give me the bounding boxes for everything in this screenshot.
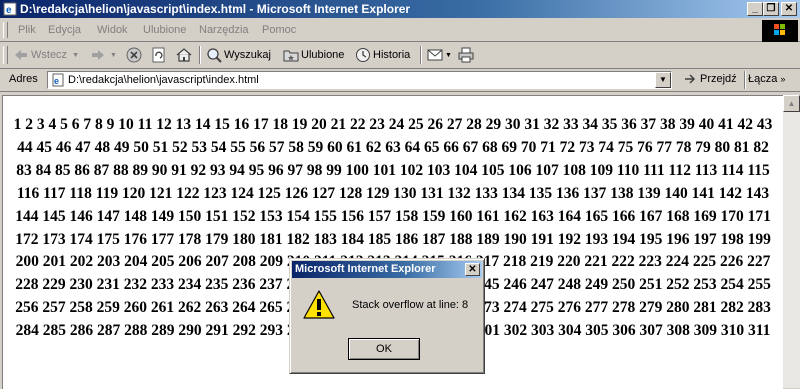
dialog-title-bar[interactable]: Microsoft Internet Explorer ✕ bbox=[292, 261, 482, 278]
windows-logo bbox=[762, 20, 798, 42]
favorites-folder-icon bbox=[283, 50, 299, 62]
go-button[interactable]: Przejdź bbox=[684, 72, 737, 86]
links-label: Łącza bbox=[748, 73, 778, 85]
toolbar-separator bbox=[420, 46, 422, 64]
ok-button[interactable]: OK bbox=[348, 338, 420, 360]
windows-flag-icon bbox=[774, 24, 785, 35]
mail-dropdown-icon: ▼ bbox=[445, 51, 452, 59]
menu-widok[interactable]: Widok bbox=[97, 24, 128, 36]
maximize-button[interactable]: ❐ bbox=[763, 2, 779, 16]
forward-arrow-icon bbox=[92, 50, 104, 60]
forward-button[interactable]: ▼ bbox=[90, 47, 117, 63]
links-chevron-icon: » bbox=[780, 74, 786, 84]
dialog-close-button[interactable]: ✕ bbox=[465, 263, 480, 276]
close-button[interactable]: ✕ bbox=[781, 2, 797, 16]
links-separator bbox=[744, 71, 746, 89]
mail-icon bbox=[427, 49, 443, 61]
history-button[interactable]: Historia bbox=[355, 47, 410, 63]
mail-button[interactable]: ▼ bbox=[427, 47, 452, 63]
favorites-label: Ulubione bbox=[301, 49, 345, 61]
print-button[interactable] bbox=[458, 47, 474, 63]
home-icon bbox=[176, 48, 192, 62]
menu-ulubione[interactable]: Ulubione bbox=[143, 24, 186, 36]
forward-dropdown-icon: ▼ bbox=[110, 51, 117, 59]
menu-plik[interactable]: Plik bbox=[18, 24, 36, 36]
back-dropdown-icon: ▼ bbox=[72, 51, 79, 59]
printer-icon bbox=[458, 47, 474, 63]
vertical-scrollbar[interactable]: ▲ bbox=[783, 95, 800, 388]
address-dropdown-button[interactable]: ▼ bbox=[655, 72, 671, 88]
address-label: Adres bbox=[9, 73, 38, 85]
search-icon bbox=[207, 48, 222, 63]
back-label: Wstecz bbox=[31, 49, 68, 61]
history-label: Historia bbox=[373, 49, 411, 61]
favorites-button[interactable]: Ulubione bbox=[283, 47, 344, 63]
menu-bar: Plik Edycja Widok Ulubione Narzędzia Pom… bbox=[0, 19, 800, 42]
dialog-message: Stack overflow at line: 8 bbox=[352, 299, 469, 311]
history-icon bbox=[356, 48, 370, 62]
refresh-icon bbox=[152, 47, 165, 63]
toolbar-grip bbox=[3, 46, 8, 64]
ie-icon: e bbox=[3, 2, 17, 16]
menu-grip bbox=[3, 22, 8, 38]
stop-icon bbox=[126, 47, 142, 63]
address-input[interactable]: e D:\redakcja\helion\javascript\index.ht… bbox=[47, 71, 672, 89]
go-arrow-icon bbox=[685, 74, 696, 84]
search-button[interactable]: Wyszukaj bbox=[206, 47, 271, 63]
menu-edycja[interactable]: Edycja bbox=[48, 24, 81, 36]
page-icon: e bbox=[52, 73, 64, 87]
stop-button[interactable] bbox=[126, 47, 142, 63]
alert-dialog: Microsoft Internet Explorer ✕ Stack over… bbox=[289, 258, 485, 374]
minimize-button[interactable]: _ bbox=[747, 2, 763, 16]
address-bar: Adres e D:\redakcja\helion\javascript\in… bbox=[0, 69, 800, 92]
toolbar-separator bbox=[199, 46, 201, 64]
dialog-title: Microsoft Internet Explorer bbox=[295, 263, 436, 275]
warning-icon bbox=[303, 290, 335, 319]
search-label: Wyszukaj bbox=[224, 49, 271, 61]
go-label: Przejdź bbox=[700, 73, 737, 85]
back-button[interactable]: Wstecz ▼ bbox=[13, 47, 79, 63]
toolbar: Wstecz ▼ ▼ Wyszukaj Ulubione Historia ▼ bbox=[0, 42, 800, 69]
menu-narzedzia[interactable]: Narzędzia bbox=[199, 24, 249, 36]
svg-text:e: e bbox=[6, 5, 12, 16]
svg-text:e: e bbox=[54, 76, 59, 86]
title-bar[interactable]: e D:\redakcja\helion\javascript\index.ht… bbox=[0, 0, 800, 18]
home-button[interactable] bbox=[176, 47, 192, 63]
address-url: D:\redakcja\helion\javascript\index.html bbox=[68, 74, 259, 86]
links-button[interactable]: Łącza » bbox=[748, 73, 785, 85]
scroll-up-button[interactable]: ▲ bbox=[783, 95, 800, 112]
window-title: D:\redakcja\helion\javascript\index.html… bbox=[20, 2, 411, 16]
back-arrow-icon bbox=[15, 50, 27, 60]
menu-pomoc[interactable]: Pomoc bbox=[262, 24, 296, 36]
refresh-button[interactable] bbox=[151, 47, 167, 63]
